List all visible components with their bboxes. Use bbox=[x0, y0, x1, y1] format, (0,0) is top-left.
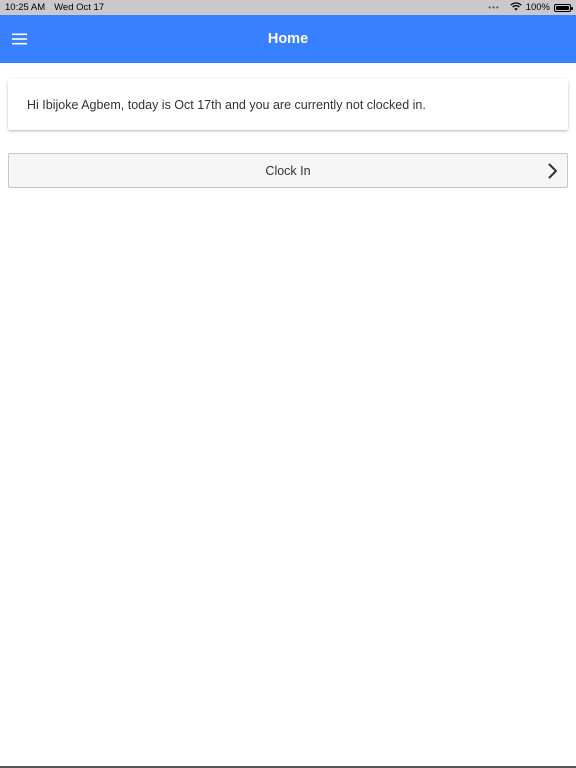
status-time: 10:25 AM bbox=[5, 2, 46, 13]
status-bar: 10:25 AM Wed Oct 17 ••• 100% bbox=[0, 0, 576, 15]
status-left: 10:25 AM Wed Oct 17 bbox=[5, 2, 104, 13]
clock-in-label: Clock In bbox=[265, 163, 311, 178]
menu-button[interactable] bbox=[8, 27, 32, 51]
wifi-icon bbox=[510, 1, 522, 14]
status-date: Wed Oct 17 bbox=[54, 2, 105, 13]
chevron-right-icon bbox=[548, 163, 557, 179]
status-right: ••• 100% bbox=[488, 1, 573, 14]
clock-in-button[interactable]: Clock In bbox=[8, 153, 568, 188]
battery-icon bbox=[554, 3, 573, 12]
hamburger-menu-icon bbox=[12, 33, 27, 45]
battery-level bbox=[556, 5, 569, 10]
greeting-text: Hi Ibijoke Agbem, today is Oct 17th and … bbox=[27, 97, 426, 112]
page-title: Home bbox=[267, 31, 309, 47]
app-bar: Home bbox=[0, 15, 576, 63]
greeting-card: Hi Ibijoke Agbem, today is Oct 17th and … bbox=[8, 79, 568, 130]
multitask-dots-icon: ••• bbox=[488, 3, 500, 12]
battery-percent: 100% bbox=[525, 2, 550, 13]
